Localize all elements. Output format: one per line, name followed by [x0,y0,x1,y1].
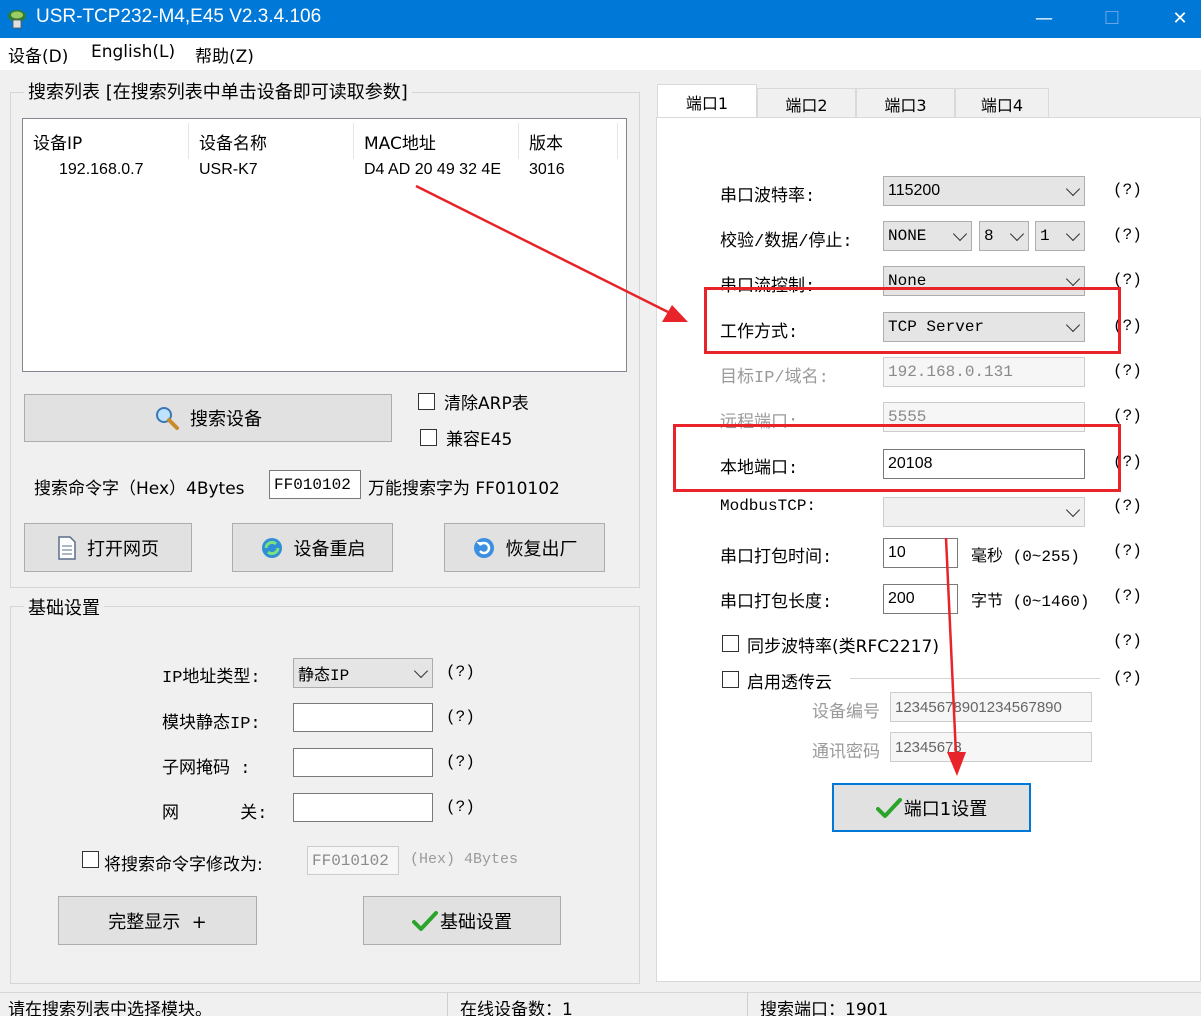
status-online-count: 在线设备数：1 [460,1000,573,1016]
annotation-arrows [415,184,966,776]
status-search-port: 搜索端口：1901 [760,1000,889,1016]
status-hint: 请在搜索列表中选择模块。 [8,1000,212,1016]
status-bar: 请在搜索列表中选择模块。 在线设备数：1 搜索端口：1901 [0,992,1201,1016]
